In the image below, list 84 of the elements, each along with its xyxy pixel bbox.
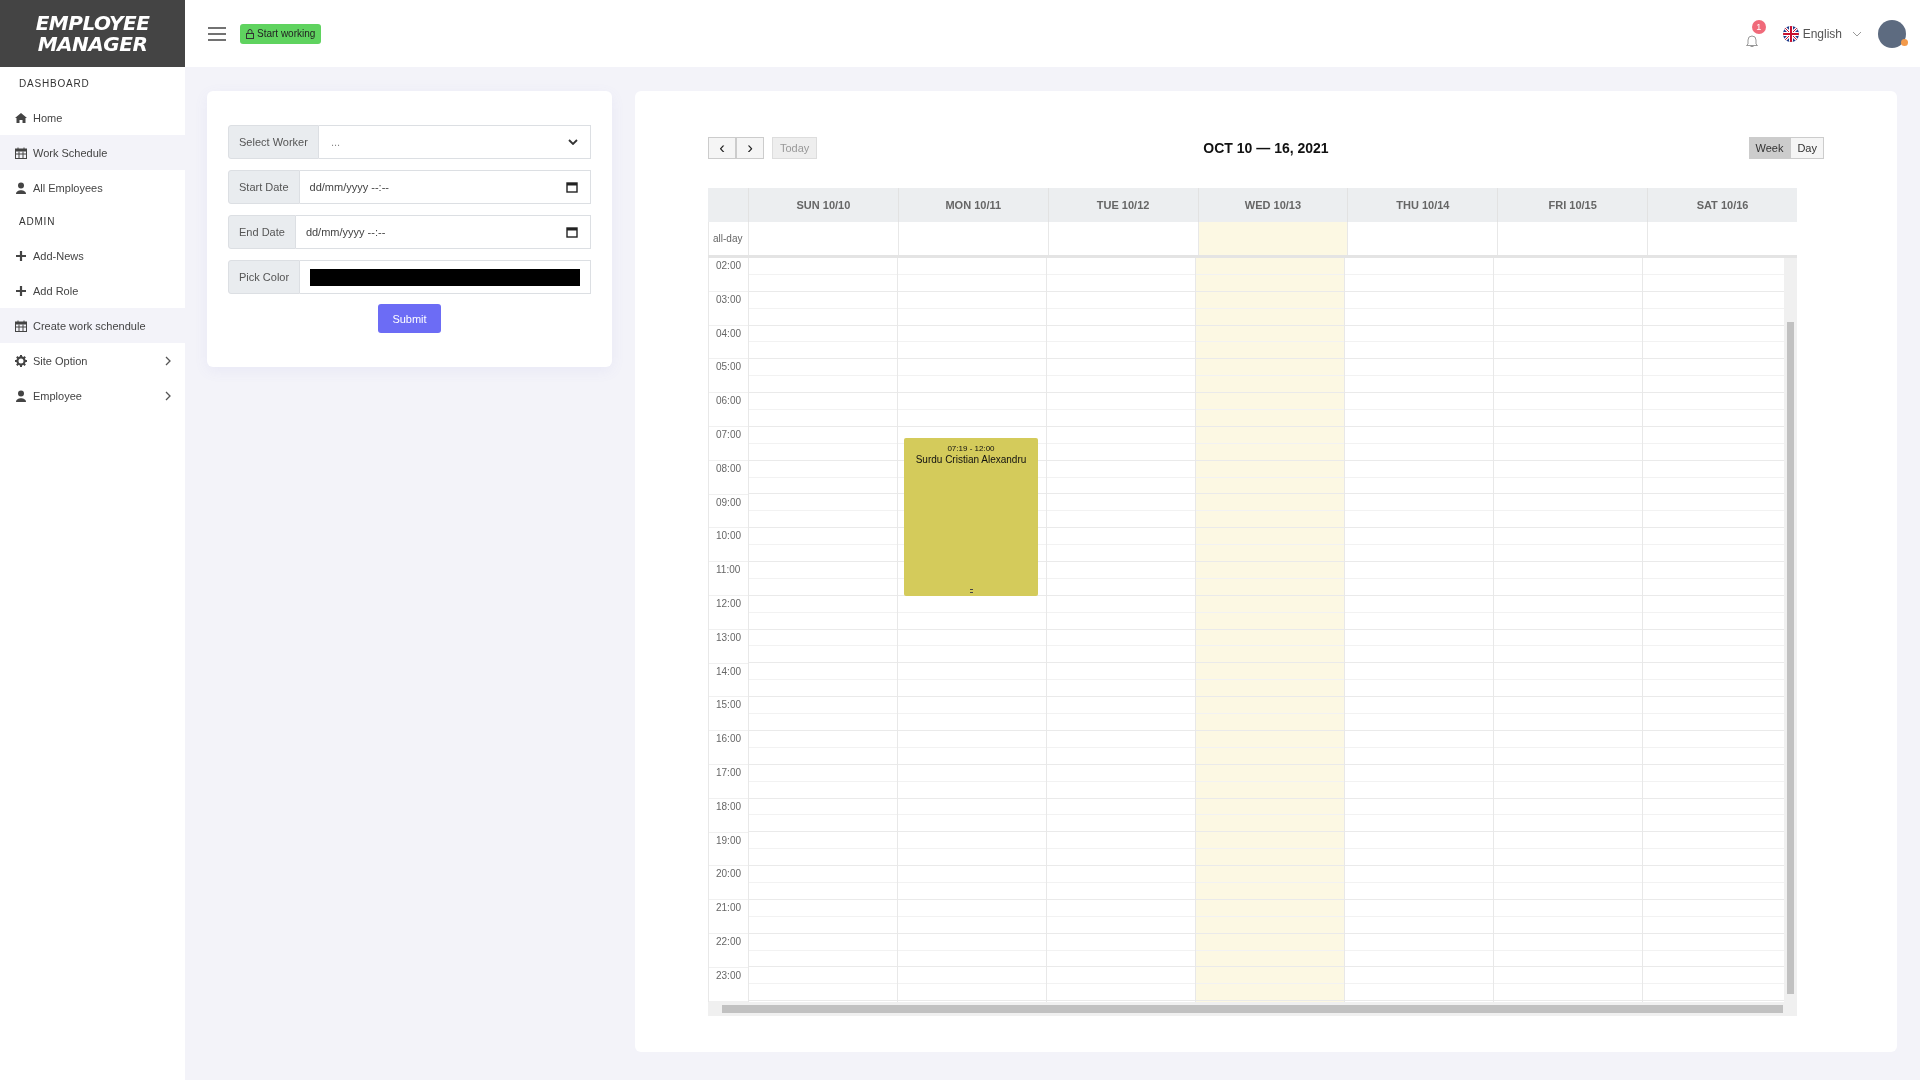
bell-icon — [1744, 33, 1759, 48]
time-label: 14:00 — [716, 665, 742, 677]
all-day-label: all-day — [708, 222, 748, 255]
calendar-icon — [15, 146, 27, 159]
calendar-event[interactable]: 07:19 - 12:00 Surdu Cristian Alexandru — [904, 437, 1038, 596]
time-label: 23:00 — [716, 969, 742, 981]
field-label: Start Date — [228, 170, 300, 204]
calendar-title: OCT 10 — 16, 2021 — [1203, 140, 1329, 156]
day-header: FRI 10/15 — [1497, 188, 1648, 222]
field-label: Pick Color — [228, 260, 301, 294]
chevron-down-icon — [1852, 30, 1862, 37]
time-label: 16:00 — [716, 733, 742, 745]
time-label: 17:00 — [716, 766, 742, 778]
start-working-button[interactable]: Start working — [240, 23, 322, 44]
submit-button[interactable]: Submit — [378, 304, 441, 333]
status-dot — [1901, 38, 1908, 46]
flag-icon — [1782, 25, 1799, 42]
sidebar-item[interactable]: All Employees — [0, 170, 185, 205]
time-label: 22:00 — [716, 935, 742, 947]
day-header: SAT 10/16 — [1647, 188, 1797, 222]
calendar-icon — [15, 319, 27, 332]
notification-badge: 1 — [1751, 19, 1766, 34]
calendar-icon — [566, 181, 578, 193]
logo-text: EMPLOYEE — [35, 12, 150, 34]
user-icon — [15, 389, 27, 402]
time-label: 12:00 — [716, 597, 742, 609]
time-label: 03:00 — [716, 293, 742, 305]
date-input[interactable]: dd/mm/yyyy --:-- — [295, 215, 591, 249]
gear-icon — [15, 354, 27, 367]
time-label: 11:00 — [716, 564, 741, 576]
time-label: 06:00 — [716, 395, 742, 407]
time-label: 04:00 — [716, 327, 742, 339]
time-label: 18:00 — [716, 800, 742, 812]
chevron-right-icon — [165, 390, 171, 401]
plus-icon — [15, 284, 27, 297]
sidebar-item[interactable]: Employee — [0, 378, 185, 413]
date-input[interactable]: dd/mm/yyyy --:-- — [299, 170, 591, 204]
plus-icon — [15, 249, 27, 262]
section-heading: ADMIN — [18, 215, 57, 229]
sidebar-item[interactable]: Create work schendule — [0, 308, 185, 343]
color-input[interactable] — [300, 260, 591, 294]
resize-handle[interactable] — [970, 589, 973, 593]
time-label: 08:00 — [716, 462, 742, 474]
language-selector[interactable]: English — [1782, 25, 1862, 42]
time-label: 07:00 — [716, 429, 742, 440]
calendar-icon — [566, 226, 578, 238]
horizontal-scrollbar[interactable] — [708, 1002, 1797, 1016]
home-icon — [15, 111, 27, 124]
time-label: 19:00 — [716, 834, 742, 846]
field-label: Select Worker — [228, 125, 319, 159]
avatar[interactable] — [1878, 19, 1906, 48]
field-label: End Date — [228, 215, 296, 249]
sidebar-item[interactable]: Work Schedule — [0, 135, 185, 170]
next-button[interactable]: › — [736, 137, 764, 159]
event-time: 07:19 - 12:00 — [946, 443, 996, 453]
time-label: 13:00 — [716, 631, 742, 643]
time-label: 02:00 — [716, 260, 742, 271]
menu-icon[interactable] — [208, 26, 226, 41]
logo-text: MANAGER — [37, 33, 148, 55]
event-title: Surdu Cristian Alexandru — [914, 453, 1028, 465]
day-header: SUN 10/10 — [747, 188, 898, 222]
view-tab[interactable]: Day — [1790, 137, 1824, 159]
user-icon — [15, 181, 27, 194]
time-label: 15:00 — [716, 699, 742, 711]
worker-select[interactable]: ... — [318, 125, 591, 159]
sidebar-item[interactable]: Add-News — [0, 238, 185, 273]
time-label: 05:00 — [716, 361, 742, 373]
day-header: THU 10/14 — [1347, 188, 1498, 222]
chevron-right-icon — [165, 355, 171, 366]
caret-icon — [568, 139, 578, 145]
previous-button[interactable]: ‹ — [708, 137, 736, 159]
lock-icon — [246, 28, 254, 39]
time-label: 09:00 — [716, 496, 742, 508]
sidebar-item[interactable]: Home — [0, 100, 185, 135]
view-tab[interactable]: Week — [1748, 137, 1791, 159]
day-header: MON 10/11 — [897, 188, 1048, 222]
section-heading: DASHBOARD — [18, 77, 91, 91]
time-label: 20:00 — [716, 868, 742, 880]
time-label: 10:00 — [716, 530, 742, 542]
time-label: 21:00 — [716, 902, 742, 914]
vertical-scrollbar[interactable] — [1784, 258, 1797, 1002]
sidebar-item[interactable]: Add Role — [0, 273, 185, 308]
sidebar-item[interactable]: Site Option — [0, 343, 185, 378]
day-header: TUE 10/12 — [1047, 188, 1198, 222]
